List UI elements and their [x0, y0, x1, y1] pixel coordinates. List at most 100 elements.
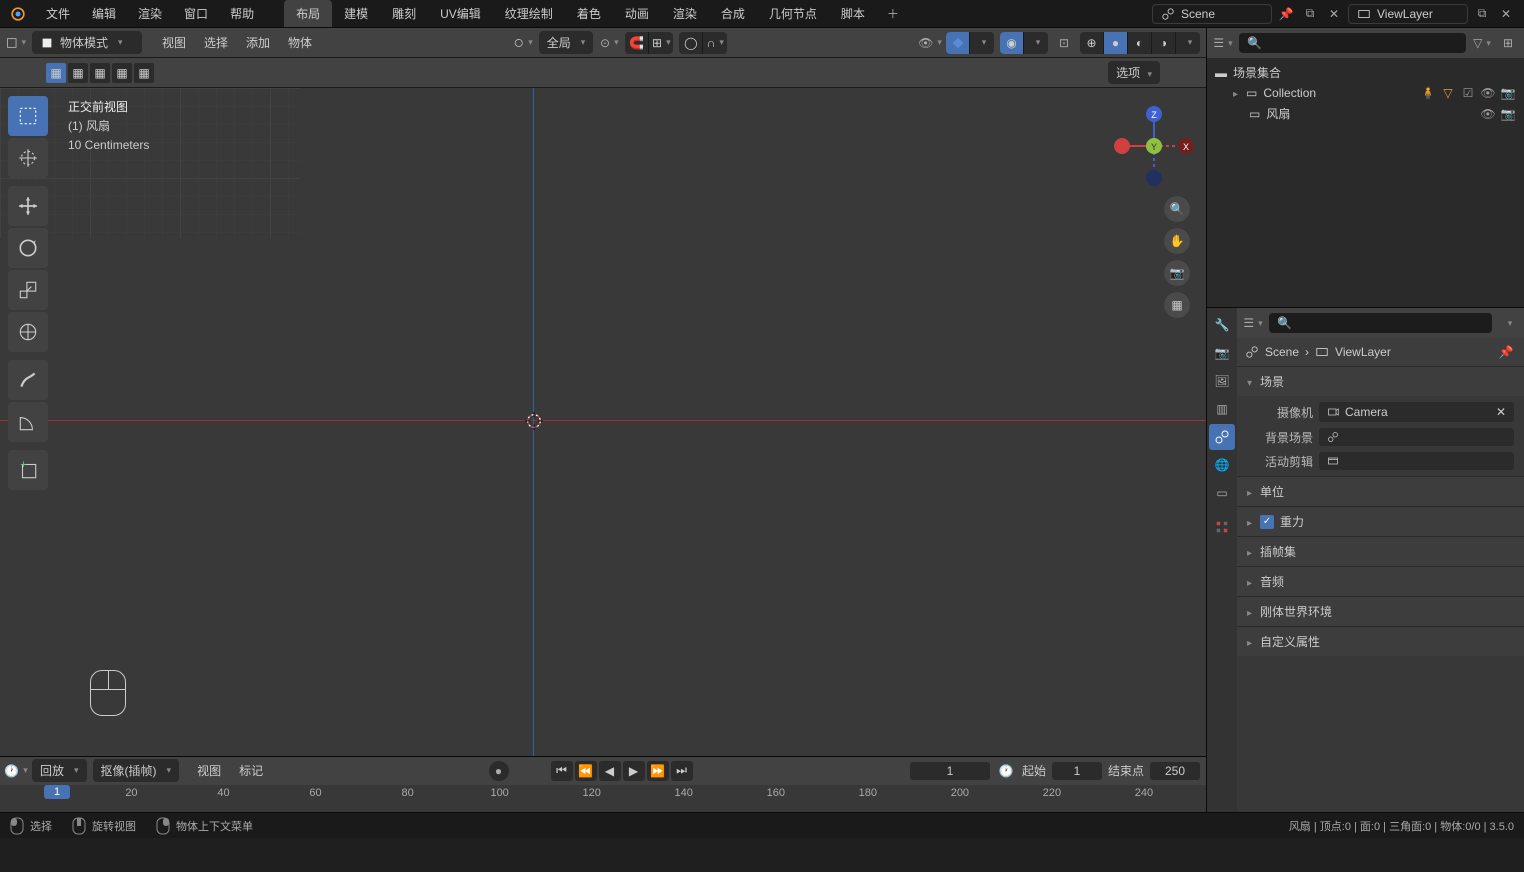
camera-field[interactable]: Camera ✕	[1319, 402, 1514, 422]
wireframe-shading[interactable]: ⊕	[1080, 32, 1104, 54]
menu-渲染[interactable]: 渲染	[128, 1, 172, 26]
viewport-menu-选择[interactable]: 选择	[196, 30, 236, 55]
workspace-tab-合成[interactable]: 合成	[709, 0, 757, 27]
breadcrumb-scene[interactable]: Scene	[1265, 345, 1299, 359]
selectmode-extend[interactable]: ▦	[68, 63, 88, 83]
filter-icon[interactable]: ▽	[1472, 33, 1492, 53]
panel-插帧集-header[interactable]: 插帧集	[1237, 537, 1524, 566]
play-reverse-button[interactable]: ◀	[599, 761, 621, 781]
keyframe-prev-button[interactable]: ⏪	[575, 761, 597, 781]
current-frame-field[interactable]: 1	[910, 762, 990, 780]
breadcrumb-layer[interactable]: ViewLayer	[1335, 345, 1391, 359]
menu-帮助[interactable]: 帮助	[220, 1, 264, 26]
viewport-menu-物体[interactable]: 物体	[280, 30, 320, 55]
snap-toggle[interactable]: 🧲	[625, 32, 649, 54]
tool-measure[interactable]	[8, 402, 48, 442]
menu-文件[interactable]: 文件	[36, 1, 80, 26]
options-icon[interactable]	[1498, 313, 1518, 333]
pivot-icon[interactable]: ⊙	[599, 33, 619, 53]
solid-shading[interactable]: ●	[1104, 32, 1128, 54]
perspective-icon[interactable]: ▦	[1164, 292, 1190, 318]
material-shading[interactable]: ◐	[1128, 32, 1152, 54]
workspace-tab-雕刻[interactable]: 雕刻	[380, 0, 428, 27]
selectmode-intersect[interactable]: ▦	[134, 63, 154, 83]
add-workspace-icon[interactable]: ＋	[883, 4, 903, 24]
playback-menu[interactable]: 回放	[32, 759, 87, 782]
interaction-mode-select[interactable]: 物体模式	[32, 31, 142, 54]
camera-view-icon[interactable]: 📷	[1164, 260, 1190, 286]
panel-自定义属性-header[interactable]: 自定义属性	[1237, 627, 1524, 656]
workspace-tab-建模[interactable]: 建模	[332, 0, 380, 27]
expand-icon[interactable]	[1233, 86, 1240, 100]
workspace-tab-渲染[interactable]: 渲染	[661, 0, 709, 27]
workspace-tab-UV编辑[interactable]: UV编辑	[428, 0, 493, 27]
menu-编辑[interactable]: 编辑	[82, 1, 126, 26]
workspace-tab-脚本[interactable]: 脚本	[829, 0, 877, 27]
end-frame-field[interactable]: 250	[1150, 762, 1200, 780]
tab-world[interactable]: 🌐	[1209, 452, 1235, 478]
tab-viewlayer[interactable]: ▥	[1209, 396, 1235, 422]
panel-scene-header[interactable]: 场景	[1237, 367, 1524, 396]
tab-tool[interactable]: 🔧	[1209, 312, 1235, 338]
close-layer-icon[interactable]: ✕	[1496, 4, 1516, 24]
preview-range-icon[interactable]: 🕐	[996, 761, 1016, 781]
xray-toggle[interactable]: ⊡	[1054, 33, 1074, 53]
new-collection-icon[interactable]: ⊞	[1498, 33, 1518, 53]
workspace-tab-纹理绘制[interactable]: 纹理绘制	[493, 0, 565, 27]
panel-单位-header[interactable]: 单位	[1237, 477, 1524, 506]
jump-end-button[interactable]: ⏭	[671, 761, 693, 781]
tool-add-cube[interactable]: +	[8, 450, 48, 490]
collection-row[interactable]: ▭ Collection 🧍 ▽ ☑ 👁 📷	[1225, 83, 1524, 103]
overlay-options[interactable]	[1024, 32, 1048, 54]
tab-scene[interactable]	[1209, 424, 1235, 450]
snap-options[interactable]: ⊞	[649, 32, 673, 54]
orientation-icon[interactable]	[513, 33, 533, 53]
panel-刚体世界环境-header[interactable]: 刚体世界环境	[1237, 597, 1524, 626]
timeline-editor-type-icon[interactable]: 🕐	[6, 761, 26, 781]
tool-transform[interactable]	[8, 312, 48, 352]
menu-窗口[interactable]: 窗口	[174, 1, 218, 26]
hide-toggle[interactable]: 👁	[1480, 85, 1496, 101]
shading-options[interactable]	[1176, 32, 1200, 54]
selectmode-invert[interactable]: ▦	[112, 63, 132, 83]
bg-scene-field[interactable]	[1319, 428, 1514, 446]
auto-keying-toggle[interactable]: ●	[489, 761, 509, 781]
panel-重力-header[interactable]: ✓ 重力	[1237, 507, 1524, 536]
empty-row[interactable]: ▭ 风扇 👁 📷	[1225, 103, 1524, 124]
disable-render-toggle[interactable]: 📷	[1500, 85, 1516, 101]
copy-scene-icon[interactable]: ⧉	[1300, 4, 1320, 24]
orientation-select[interactable]: 全局	[539, 31, 594, 54]
rendered-shading[interactable]: ◑	[1152, 32, 1176, 54]
disable-render-toggle[interactable]: 📷	[1500, 106, 1516, 122]
close-scene-icon[interactable]: ✕	[1324, 4, 1344, 24]
keyframe-next-button[interactable]: ⏩	[647, 761, 669, 781]
workspace-tab-动画[interactable]: 动画	[613, 0, 661, 27]
editor-type-icon[interactable]	[6, 33, 26, 53]
outliner-search[interactable]: 🔍	[1239, 33, 1466, 53]
panel-音频-header[interactable]: 音频	[1237, 567, 1524, 596]
workspace-tab-几何节点[interactable]: 几何节点	[757, 0, 829, 27]
viewlayer-selector[interactable]: ViewLayer	[1348, 4, 1468, 24]
viewport-menu-添加[interactable]: 添加	[238, 30, 278, 55]
tab-render[interactable]: 📷	[1209, 340, 1235, 366]
tool-rotate[interactable]	[8, 228, 48, 268]
zoom-icon[interactable]: 🔍	[1164, 196, 1190, 222]
properties-search[interactable]: 🔍	[1269, 313, 1492, 333]
timeline-menu-视图[interactable]: 视图	[189, 758, 229, 783]
copy-layer-icon[interactable]: ⧉	[1472, 4, 1492, 24]
timeline-ruler[interactable]: 1 20406080100120140160180200220240	[0, 785, 1206, 813]
outliner-editor-type-icon[interactable]: ☰	[1213, 33, 1233, 53]
hide-toggle[interactable]: 👁	[1480, 106, 1496, 122]
show-overlays-toggle[interactable]: ◉	[1000, 32, 1024, 54]
gizmo-options[interactable]	[970, 32, 994, 54]
navigation-gizmo[interactable]: X Z Y	[1114, 106, 1194, 186]
selectmode-new[interactable]: ▦	[46, 63, 66, 83]
visibility-icon[interactable]: 👁	[920, 33, 940, 53]
clear-camera-icon[interactable]: ✕	[1496, 405, 1506, 419]
scene-selector[interactable]: Scene	[1152, 4, 1272, 24]
jump-start-button[interactable]: ⏮	[551, 761, 573, 781]
exclude-toggle[interactable]: ☑	[1460, 85, 1476, 101]
viewport-3d[interactable]: + 正交前视图 (1) 风扇 10 Centimeters X Z Y 🔍	[0, 88, 1206, 756]
workspace-tab-着色[interactable]: 着色	[565, 0, 613, 27]
timeline-menu-标记[interactable]: 标记	[231, 758, 271, 783]
